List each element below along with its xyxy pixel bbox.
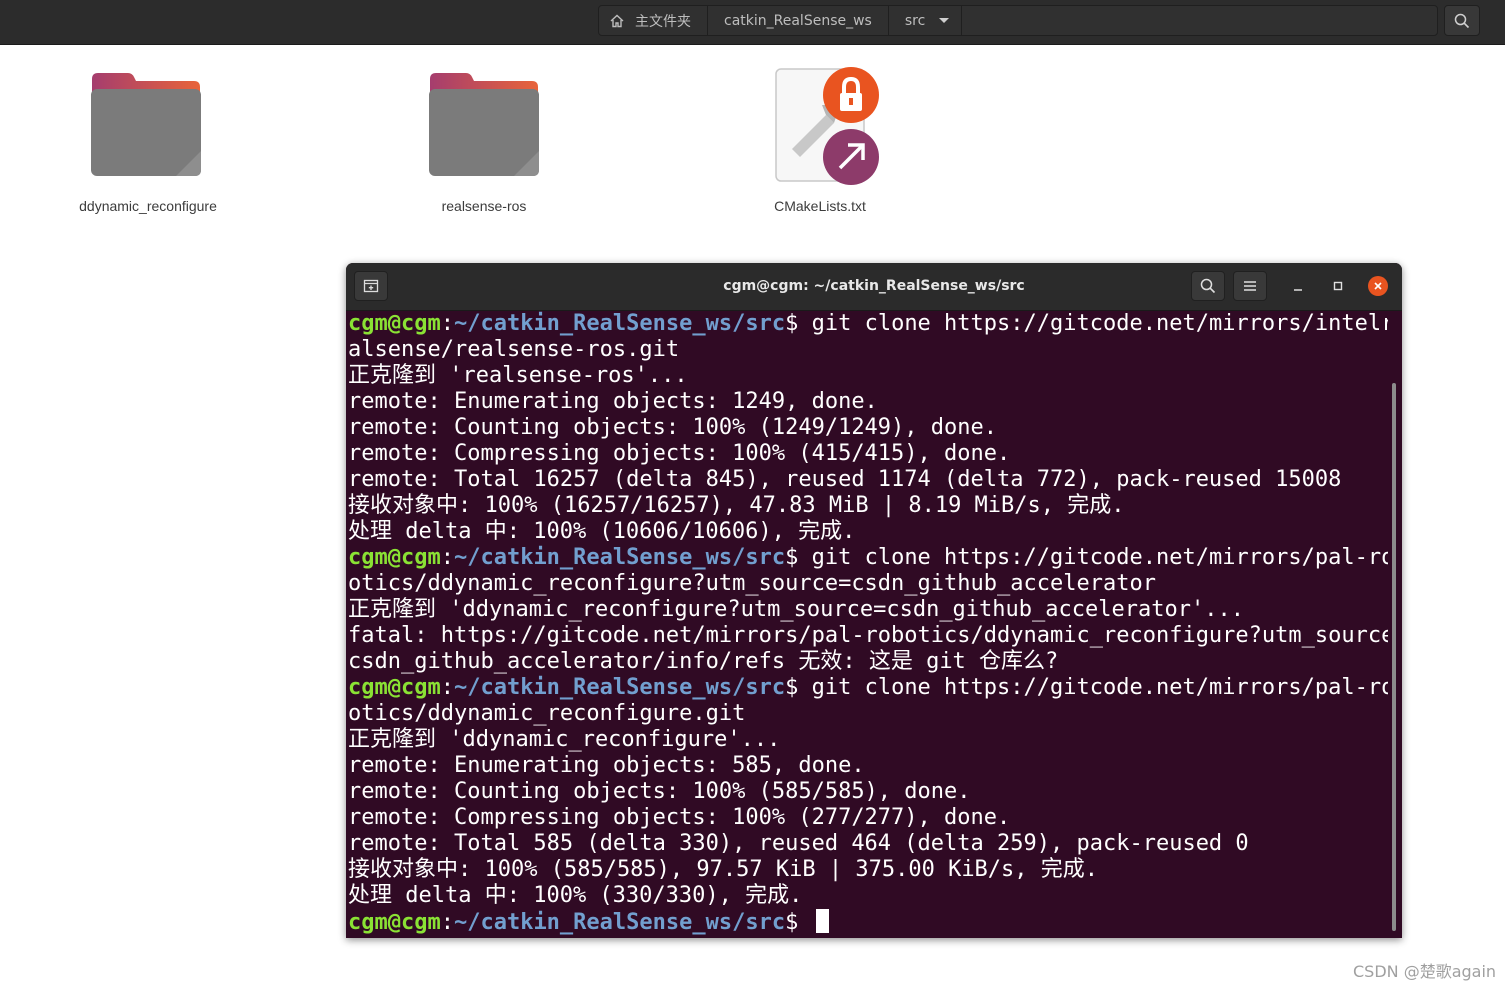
minimize-icon [1294,289,1302,291]
command-text: $ git clone https://gitcode.net/mirrors/… [785,675,1388,700]
command-text: $ [785,910,812,935]
maximize-icon [1333,281,1343,291]
terminal-output-line: csdn_github_accelerator/info/refs 无效: 这是… [348,649,1059,674]
prompt-user: cgm@cgm [348,910,441,935]
file-item-ddynamic-reconfigure[interactable]: ddynamic_reconfigure [58,53,238,223]
terminal-output-line: fatal: https://gitcode.net/mirrors/pal-r… [348,623,1388,648]
terminal-output-line: 处理 delta 中: 100% (10606/10606), 完成. [348,519,856,544]
terminal-output-line: remote: Compressing objects: 100% (415/4… [348,441,1011,466]
home-icon [610,14,624,27]
terminal-command-line: cgm@cgm:~/catkin_RealSense_ws/src$ git c… [348,311,1388,337]
terminal-output-line: otics/ddynamic_reconfigure.git [348,701,746,726]
hamburger-menu-icon [1244,281,1256,291]
terminal-output-line: 正克隆到 'ddynamic_reconfigure?utm_source=cs… [348,597,1244,622]
terminal-cursor [815,909,829,933]
pathbar-crumb-label: catkin_RealSense_ws [724,12,872,29]
terminal-output-line: remote: Counting objects: 100% (1249/124… [348,415,998,440]
prompt-path: ~/catkin_RealSense_ws/src [453,311,786,336]
file-name: ddynamic_reconfigure [79,198,217,214]
prompt-path: ~/catkin_RealSense_ws/src [453,910,786,935]
file-name: realsense-ros [441,198,527,214]
path-bar: 主文件夹 catkin_RealSense_ws src [598,5,1438,36]
terminal-output-line: otics/ddynamic_reconfigure?utm_source=cs… [348,571,1156,596]
terminal-output-line: 处理 delta 中: 100% (330/330), 完成. [348,883,803,908]
terminal-output-line: 接收对象中: 100% (16257/16257), 47.83 MiB | 8… [348,493,1125,518]
search-icon [1200,278,1216,294]
file-item-realsense-ros[interactable]: realsense-ros [394,53,574,223]
pathbar-crumb-workspace[interactable]: catkin_RealSense_ws [708,6,889,35]
file-manager-header: 主文件夹 catkin_RealSense_ws src [0,0,1505,45]
chevron-down-icon [939,18,950,23]
terminal-titlebar[interactable]: cgm@cgm: ~/catkin_RealSense_ws/src [346,263,1402,311]
terminal-output-line: 正克隆到 'realsense-ros'... [348,363,688,388]
pathbar-crumb-home[interactable]: 主文件夹 [599,6,708,35]
terminal-menu-button[interactable] [1233,271,1267,301]
maximize-button[interactable] [1328,276,1348,296]
terminal-output-line: remote: Compressing objects: 100% (277/2… [348,805,1011,830]
command-text: $ git clone https://gitcode.net/mirrors/… [785,545,1388,570]
terminal-command-line: cgm@cgm:~/catkin_RealSense_ws/src$ git c… [348,675,1388,701]
prompt-user: cgm@cgm [348,545,441,570]
terminal-command-line: cgm@cgm:~/catkin_RealSense_ws/src$ [348,909,1388,935]
terminal-command-line: cgm@cgm:~/catkin_RealSense_ws/src$ git c… [348,545,1388,571]
cmake-file-icon [775,67,879,185]
minimize-button[interactable] [1288,276,1308,296]
pathbar-crumb-label: 主文件夹 [635,13,691,30]
prompt-separator: : [440,311,454,336]
terminal-output[interactable]: cgm@cgm:~/catkin_RealSense_ws/src$ git c… [348,311,1388,936]
terminal-output-line: remote: Total 16257 (delta 845), reused … [348,467,1342,492]
terminal-output-line: remote: Enumerating objects: 1249, done. [348,389,878,414]
file-item-cmakelists[interactable]: CMakeLists.txt [730,53,910,223]
prompt-path: ~/catkin_RealSense_ws/src [453,545,786,570]
terminal-output-line: remote: Counting objects: 100% (585/585)… [348,779,971,804]
terminal-output-line: remote: Enumerating objects: 585, done. [348,753,865,778]
file-name: CMakeLists.txt [774,198,866,214]
terminal-window[interactable]: cgm@cgm: ~/catkin_RealSense_ws/src cgm@c… [346,263,1402,938]
pathbar-crumb-src[interactable]: src [889,6,963,35]
search-icon [1454,13,1470,28]
terminal-output-line: alsense/realsense-ros.git [348,337,680,362]
folder-icon [91,73,201,176]
prompt-separator: : [440,910,454,935]
prompt-user: cgm@cgm [348,311,441,336]
prompt-path: ~/catkin_RealSense_ws/src [453,675,786,700]
terminal-output-line: 正克隆到 'ddynamic_reconfigure'... [348,727,781,752]
close-button[interactable] [1368,276,1388,296]
terminal-output-line: 接收对象中: 100% (585/585), 97.57 KiB | 375.0… [348,857,1099,882]
close-icon [1368,276,1388,296]
prompt-separator: : [440,545,454,570]
terminal-output-line: remote: Total 585 (delta 330), reused 46… [348,831,1249,856]
terminal-search-button[interactable] [1191,271,1225,301]
watermark: CSDN @楚歌again [1353,962,1497,981]
command-text: $ git clone https://gitcode.net/mirrors/… [785,311,1388,336]
prompt-user: cgm@cgm [348,675,441,700]
search-button[interactable] [1444,5,1480,36]
pathbar-crumb-label: src [904,12,926,29]
folder-icon [429,73,539,176]
terminal-scrollbar[interactable] [1392,383,1396,931]
prompt-separator: : [440,675,454,700]
